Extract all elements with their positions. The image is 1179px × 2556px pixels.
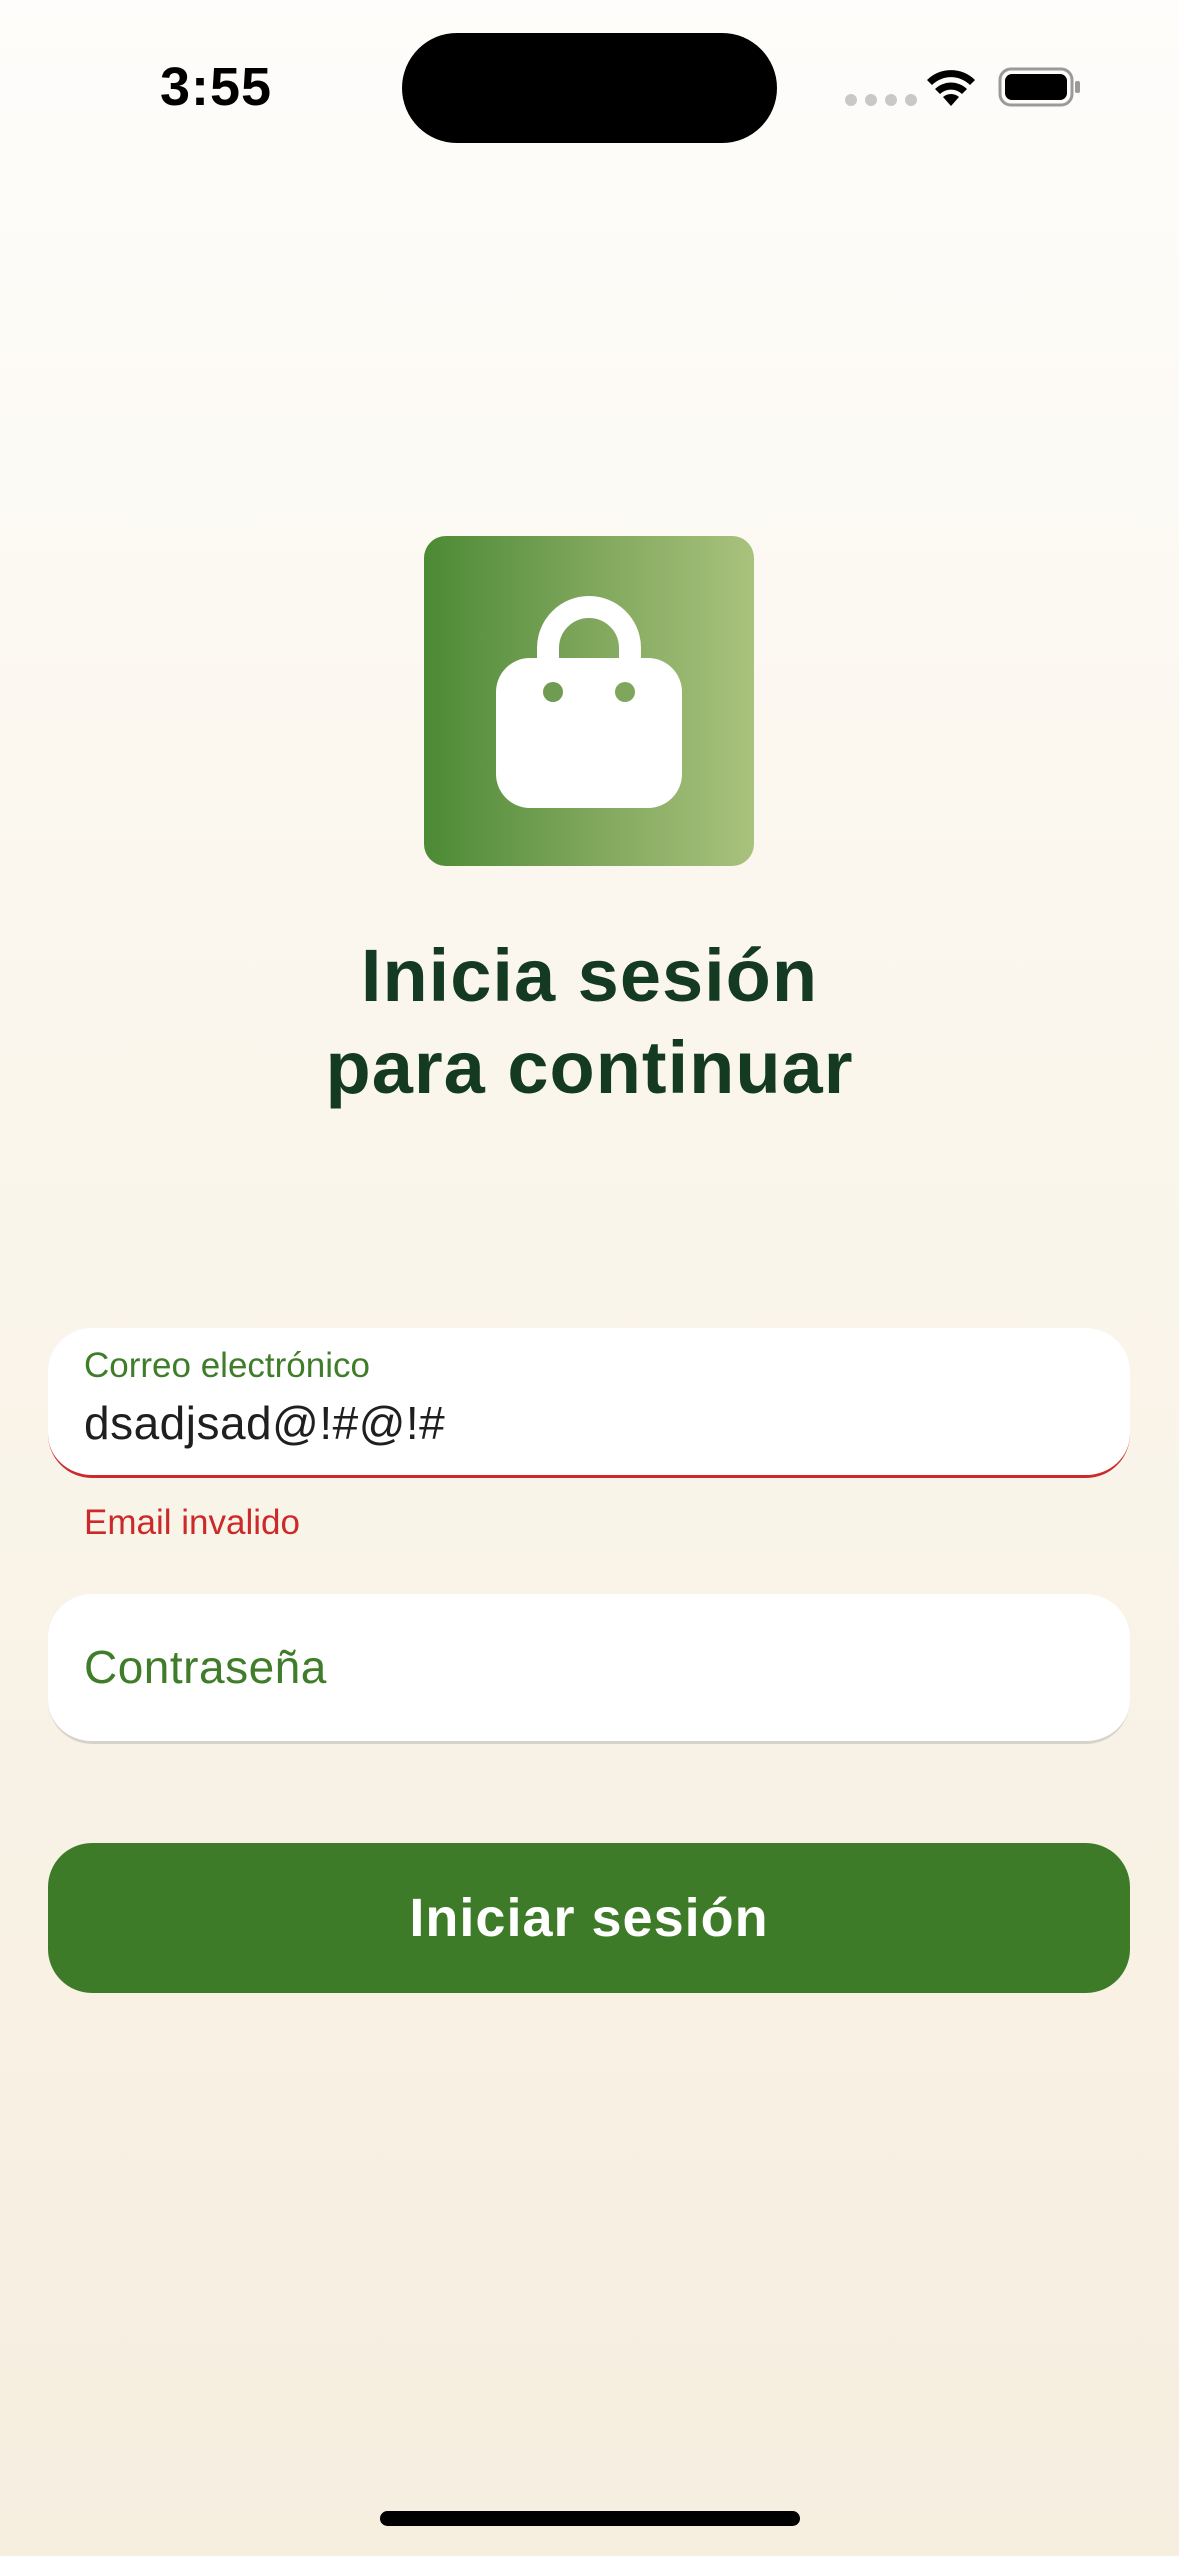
password-placeholder: Contraseña bbox=[84, 1641, 327, 1693]
home-indicator[interactable] bbox=[380, 2511, 800, 2526]
email-field-label: Correo electrónico bbox=[84, 1346, 370, 1385]
password-field[interactable]: Contraseña bbox=[48, 1594, 1130, 1744]
page-title-line1: Inicia sesión bbox=[360, 934, 819, 1017]
email-field[interactable]: Correo electrónico dsadjsad@!#@!# bbox=[48, 1328, 1130, 1478]
page-title: Inicia sesión para continuar bbox=[0, 930, 1179, 1114]
email-field-value[interactable]: dsadjsad@!#@!# bbox=[84, 1396, 445, 1450]
login-button[interactable]: Iniciar sesión bbox=[48, 1843, 1130, 1993]
dynamic-island bbox=[402, 33, 777, 143]
shopping-bag-icon bbox=[496, 596, 682, 808]
cellular-signal-icon bbox=[845, 94, 917, 106]
page-title-line2: para continuar bbox=[325, 1026, 854, 1109]
battery-icon bbox=[998, 67, 1080, 107]
wifi-icon bbox=[927, 70, 975, 106]
email-error-message: Email invalido bbox=[84, 1503, 300, 1542]
status-bar-time: 3:55 bbox=[160, 57, 273, 117]
